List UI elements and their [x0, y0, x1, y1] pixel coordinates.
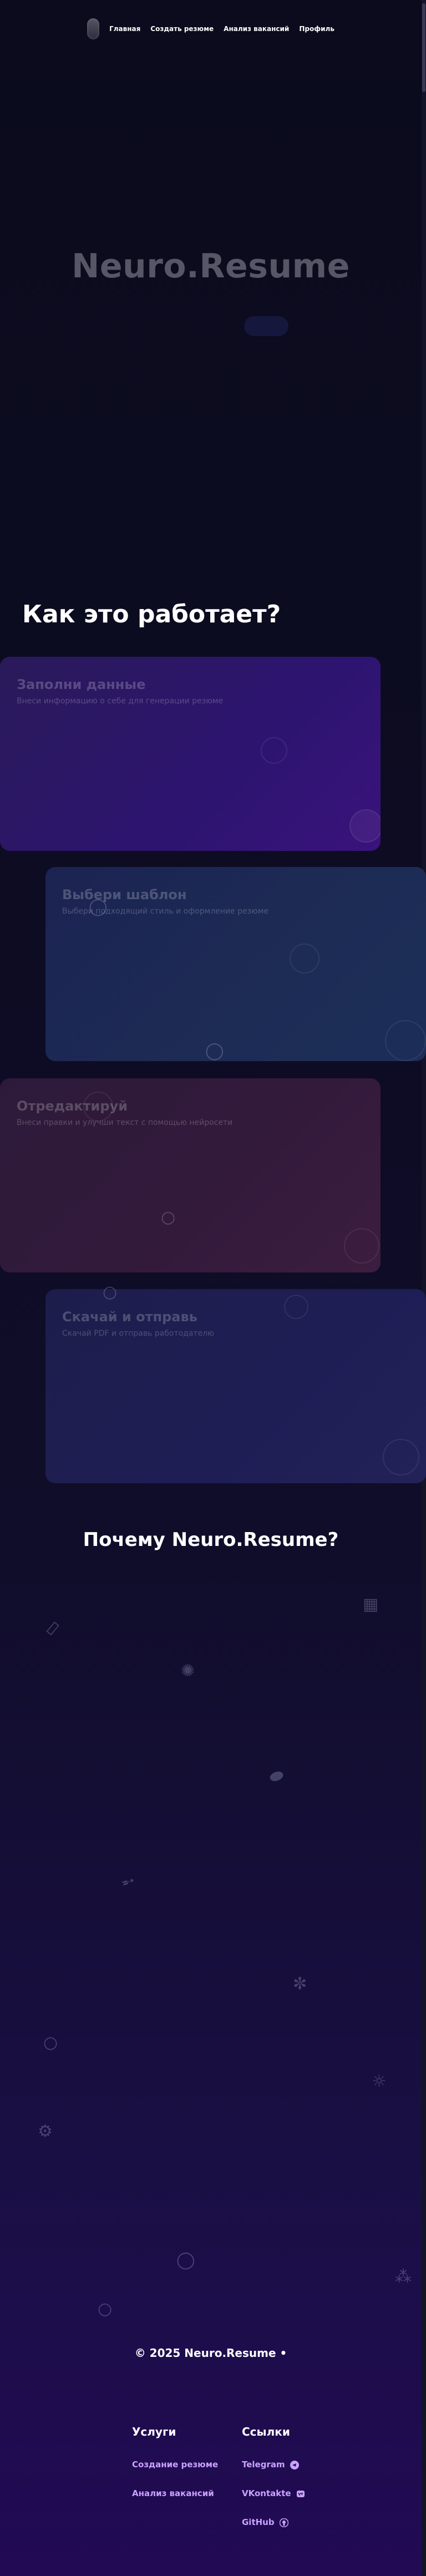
grid-icon: ▦	[363, 1595, 379, 1614]
top-navigation: Главная Создать резюме Анализ вакансий П…	[0, 17, 422, 41]
page-scrollbar[interactable]	[422, 0, 426, 2576]
nav-bar: Главная Создать резюме Анализ вакансий П…	[78, 14, 343, 44]
logo-icon[interactable]	[87, 18, 100, 39]
step-description: Внеси информацию о себе для генерации ре…	[17, 697, 224, 706]
rocket-icon: ➶	[117, 1870, 139, 1894]
card-decoration-icon	[83, 1092, 113, 1122]
floating-circle-icon: ◯	[205, 1041, 224, 1061]
scrollbar-thumb[interactable]	[422, 3, 425, 92]
step-title: Скачай и отправь	[62, 1309, 197, 1325]
card-decoration-icon	[261, 737, 287, 764]
floating-circle-icon: ◯	[89, 897, 108, 916]
settings-icon: ⚙	[38, 2122, 53, 2141]
step-title: Заполни данные	[17, 677, 146, 692]
footer-link-telegram[interactable]: Telegram	[242, 2460, 305, 2469]
card-decoration-icon	[383, 1439, 419, 1475]
footer-services-title: Услуги	[132, 2425, 176, 2438]
footer-link-label: VKontakte	[242, 2488, 291, 2498]
floating-circle-icon: ○	[161, 1208, 176, 1227]
nav-link-profile[interactable]: Профиль	[299, 25, 334, 33]
footer-link-label: Telegram	[242, 2460, 285, 2469]
card-decoration-icon	[344, 1228, 379, 1264]
hero-decoration	[244, 316, 288, 336]
step-title: Выбери шаблон	[62, 887, 187, 902]
step-card-fill-data: Заполни данные Внеси информацию о себе д…	[0, 657, 381, 851]
card-decoration-icon	[349, 809, 381, 843]
circle-icon: ◯	[176, 2250, 195, 2270]
floating-circle-icon: ○	[103, 1282, 118, 1302]
footer-services: Услуги Создание резюме Анализ вакансий	[132, 2425, 218, 2517]
footer-link-create-resume[interactable]: Создание резюме	[132, 2460, 218, 2469]
github-icon	[279, 2518, 288, 2527]
card-decoration-icon	[290, 944, 320, 973]
copyright-text: © 2025 Neuro.Resume •	[134, 2346, 287, 2360]
step-card-choose-template: Выбери шаблон Выбери подходящий стиль и …	[45, 867, 426, 1061]
footer-links-title: Ссылки	[242, 2425, 290, 2438]
step-card-edit: Отредактируй Внеси правки и улучши текст…	[0, 1078, 381, 1272]
card-decoration-icon	[385, 1020, 426, 1061]
footer-links: Ссылки Telegram VKontakte GitHub	[242, 2425, 305, 2546]
sun-icon: ☼	[372, 2072, 387, 2091]
footer-link-vacancy-analysis[interactable]: Анализ вакансий	[132, 2488, 218, 2498]
circle-icon: ○	[98, 2299, 113, 2319]
nav-link-create-resume[interactable]: Создать резюме	[150, 25, 214, 33]
gear-icon: ✺	[181, 1661, 195, 1681]
hero-title: Neuro.Resume	[72, 247, 350, 286]
circle-icon: ○	[43, 2033, 58, 2052]
molecule-icon: ✼	[293, 1974, 307, 1994]
capsule-icon: ⬬	[266, 1764, 287, 1788]
footer-link-label: GitHub	[242, 2517, 275, 2527]
why-title: Почему Neuro.Resume?	[83, 1529, 339, 1551]
step-description: Скачай PDF и отправь работодателю	[62, 1329, 214, 1338]
footer-link-github[interactable]: GitHub	[242, 2517, 305, 2527]
nav-link-home[interactable]: Главная	[109, 25, 140, 33]
footer-link-vkontakte[interactable]: VKontakte	[242, 2488, 305, 2498]
step-description: Внеси правки и улучши текст с помощью не…	[17, 1118, 233, 1127]
card-decoration-icon	[284, 1295, 308, 1319]
dots-icon: ⁂	[395, 2267, 412, 2286]
vk-icon	[296, 2490, 305, 2497]
how-it-works-title: Как это работает?	[22, 600, 281, 628]
telegram-icon	[290, 2460, 299, 2469]
bandage-icon: ▭	[39, 1615, 65, 1640]
step-card-download-send: Скачай и отправь Скачай PDF и отправь ра…	[45, 1289, 426, 1483]
nav-link-vacancy-analysis[interactable]: Анализ вакансий	[224, 25, 289, 33]
